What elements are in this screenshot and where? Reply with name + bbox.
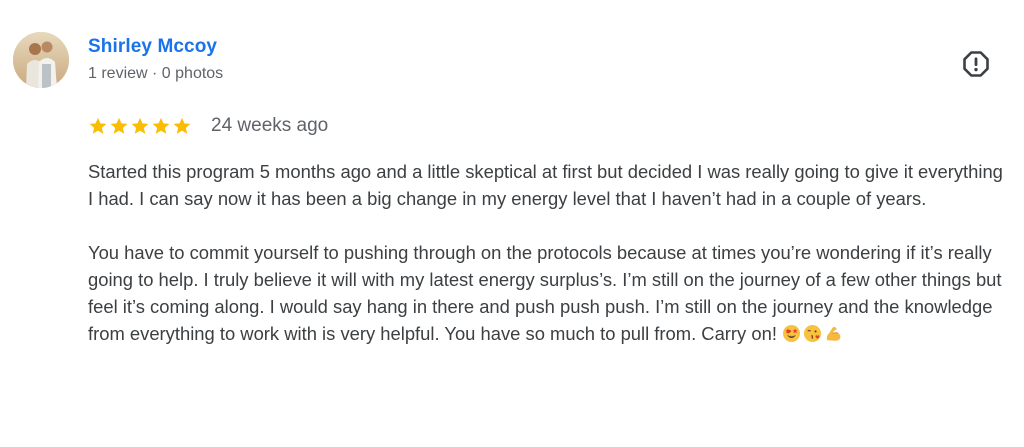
avatar[interactable] bbox=[13, 32, 69, 88]
face-blowing-kiss-emoji bbox=[804, 324, 822, 343]
star-icon bbox=[110, 117, 128, 134]
rating-row: 24 weeks ago bbox=[88, 113, 328, 139]
flexed-biceps-emoji bbox=[826, 326, 841, 341]
review-paragraph: You have to commit yourself to pushing t… bbox=[88, 242, 1002, 344]
reviewer-name[interactable]: Shirley Mccoy bbox=[88, 36, 217, 58]
review-paragraph: Started this program 5 months ago and a … bbox=[88, 161, 1003, 209]
review-text: Started this program 5 months ago and a … bbox=[88, 158, 1013, 347]
star-rating bbox=[88, 116, 192, 136]
star-icon bbox=[173, 117, 191, 134]
star-icon bbox=[152, 117, 170, 134]
report-flag-icon bbox=[963, 51, 989, 77]
reviewer-meta: 1 review · 0 photos bbox=[88, 65, 224, 82]
star-icon bbox=[131, 117, 149, 134]
report-review-button[interactable] bbox=[961, 49, 991, 79]
review-date: 24 weeks ago bbox=[211, 115, 329, 136]
star-icon bbox=[89, 117, 107, 134]
star-struck-emoji bbox=[783, 324, 801, 343]
review-card: Shirley Mccoy 1 review · 0 photos 24 wee… bbox=[0, 0, 1024, 447]
emoji-group bbox=[782, 324, 843, 343]
